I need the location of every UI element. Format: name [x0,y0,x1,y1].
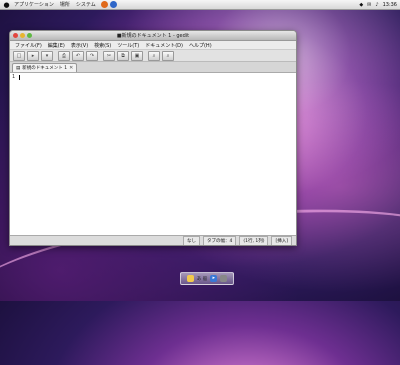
new-document-icon[interactable]: □ [13,50,25,61]
menu-bar: ファイル(F) 編集(E) 表示(V) 検索(S) ツール(T) ドキュメント(… [10,41,296,50]
tab-close-icon[interactable]: ✕ [69,65,73,71]
top-panel: ● アプリケーション 場所 システム ◆ ✉ ♪ 13:36 [0,0,400,10]
status-highlight-mode[interactable]: なし [183,235,200,245]
text-cursor [19,75,20,80]
panel-menu-applications[interactable]: アプリケーション [11,1,57,8]
toolbar: □ ▸ ▾ ⎙ ↶ ↷ ✂ ⧉ ▣ ⌕ ⌕ [10,50,296,62]
input-method-dock: あ 般 ▸ [180,272,234,285]
clock[interactable]: 13:36 [383,2,397,8]
panel-menu-system[interactable]: システム [73,1,99,8]
line-number: 1 [12,74,16,80]
undo-icon[interactable]: ↶ [72,50,84,61]
volume-icon[interactable]: ♪ [375,2,378,8]
menu-documents[interactable]: ドキュメント(D) [142,42,186,49]
menu-tools[interactable]: ツール(T) [114,42,142,49]
status-bar: なし タブの幅：4 (1行, 1列) [挿入] [10,235,296,245]
status-insert-mode: [挿入] [271,235,292,245]
open-icon[interactable]: ▸ [27,50,39,61]
apple-icon[interactable]: ● [2,1,11,9]
keyboard-icon[interactable] [186,275,194,282]
panel-tray: ◆ ✉ ♪ 13:36 [359,2,400,8]
tab-document-1[interactable]: ▤ 新規のドキュメント 1 ✕ [12,63,78,72]
replace-icon[interactable]: ⌕ [162,50,174,61]
firefox-icon[interactable] [100,1,108,8]
network-icon[interactable]: ◆ [359,2,363,8]
status-tab-width[interactable]: タブの幅：4 [203,235,237,245]
document-icon: ▤ [16,65,21,71]
window-title: ■新規のドキュメント 1 - gedit [116,33,190,39]
menu-help[interactable]: ヘルプ(H) [186,42,215,49]
help-icon[interactable] [109,1,117,8]
menu-search[interactable]: 検索(S) [91,42,114,49]
redo-icon[interactable]: ↷ [86,50,98,61]
input-mode-label[interactable]: あ 般 [197,276,207,282]
open-dropdown-icon[interactable]: ▾ [41,50,53,61]
menu-view[interactable]: 表示(V) [68,42,91,49]
menu-file[interactable]: ファイル(F) [12,42,45,49]
mail-icon[interactable]: ✉ [367,2,371,8]
menu-edit[interactable]: 編集(E) [45,42,68,49]
status-cursor-position: (1行, 1列) [239,235,269,245]
print-icon[interactable]: ⎙ [58,50,70,61]
settings-icon[interactable] [220,275,228,282]
cut-icon[interactable]: ✂ [103,50,115,61]
find-icon[interactable]: ⌕ [148,50,160,61]
input-method-icon[interactable]: ▸ [210,275,218,282]
window-titlebar[interactable]: ■新規のドキュメント 1 - gedit [10,31,296,41]
gedit-window: ■新規のドキュメント 1 - gedit ファイル(F) 編集(E) 表示(V)… [9,30,297,246]
text-editor-area[interactable]: 1 [10,72,296,236]
copy-icon[interactable]: ⧉ [117,50,129,61]
panel-menu-places[interactable]: 場所 [57,1,73,8]
paste-icon[interactable]: ▣ [131,50,143,61]
tab-label: 新規のドキュメント 1 [22,66,68,71]
